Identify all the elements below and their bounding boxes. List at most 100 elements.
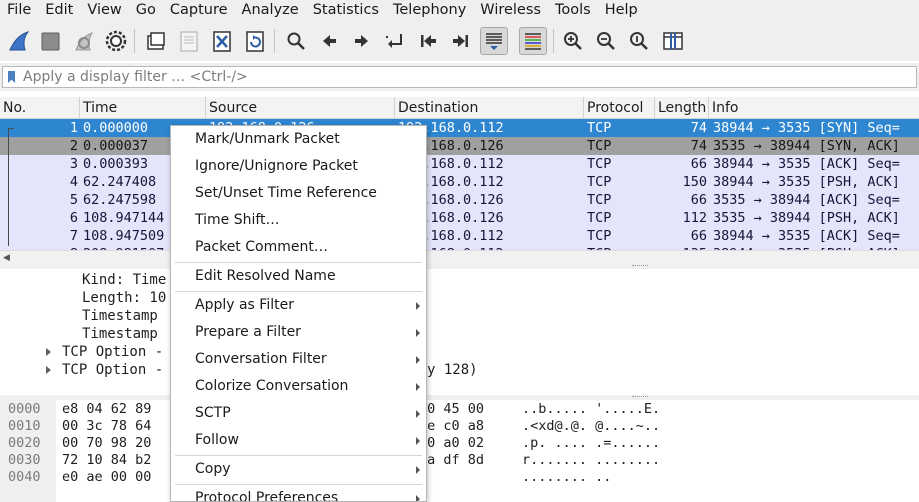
start-capture-button[interactable]	[5, 27, 33, 55]
bytes-hex[interactable]: 00 70 98 20	[62, 435, 151, 452]
column-header-destination[interactable]: Destination	[395, 97, 584, 119]
column-header-protocol[interactable]: Protocol	[584, 97, 655, 119]
open-file-button[interactable]	[142, 27, 170, 55]
menu-help[interactable]: Help	[598, 0, 645, 21]
bytes-ascii[interactable]: .<xd@.@. @....~..	[522, 418, 660, 435]
context-menu-item-packet-comment[interactable]: Packet Comment…	[171, 234, 426, 261]
bytes-hex[interactable]: 00 45 00	[419, 401, 484, 418]
details-tree-item[interactable]: TCP Option -	[62, 343, 163, 361]
submenu-arrow-icon	[416, 437, 420, 445]
colorize-button[interactable]	[519, 27, 547, 55]
column-header-time[interactable]: Time	[80, 97, 206, 119]
context-menu-item-protocol-preferences[interactable]: Protocol Preferences	[171, 485, 426, 501]
context-menu-item-time-shift[interactable]: Time Shift…	[171, 207, 426, 234]
packet-list-horizontal-scrollbar[interactable]: ◀	[0, 250, 919, 264]
splitter-grip[interactable]	[632, 396, 648, 398]
context-menu-item-label: Packet Comment…	[195, 239, 328, 255]
bytes-ascii[interactable]: ..b..... '.....E.	[522, 401, 660, 418]
find-packet-button[interactable]	[282, 27, 310, 55]
details-tree-item-fragment: y 128)	[427, 362, 478, 378]
capture-options-button[interactable]	[102, 27, 130, 55]
bytes-hex[interactable]: 7e c0 a8	[419, 418, 484, 435]
bytes-offset: 0000	[8, 401, 41, 417]
context-menu-item-apply-as-filter[interactable]: Apply as Filter	[171, 292, 426, 319]
display-filter-input[interactable]	[23, 67, 903, 87]
menu-go[interactable]: Go	[129, 0, 163, 21]
menu-analyze[interactable]: Analyze	[235, 0, 306, 21]
menu-telephony[interactable]: Telephony	[386, 0, 473, 21]
zoom-out-button[interactable]	[592, 27, 620, 55]
packet-row[interactable]: 10.000000192.168.0.126192.168.0.112TCP74…	[0, 119, 919, 137]
scroll-left-arrow-icon[interactable]: ◀	[3, 253, 10, 263]
packet-details-pane: Kind: Time Length: 10 Timestamp Timestamp TC…	[0, 269, 919, 395]
context-menu-item-colorize-conversation[interactable]: Colorize Conversation	[171, 373, 426, 400]
bytes-hex[interactable]: e8 04 62 89	[62, 401, 151, 418]
context-menu-item-sctp[interactable]: SCTP	[171, 400, 426, 427]
last-packet-button[interactable]	[447, 27, 475, 55]
context-menu-item-prepare-a-filter[interactable]: Prepare a Filter	[171, 319, 426, 346]
stop-capture-button[interactable]	[36, 27, 64, 55]
column-header-source[interactable]: Source	[206, 97, 395, 119]
capture-options-gear-icon	[105, 30, 127, 52]
column-header-no[interactable]: No.	[0, 97, 80, 119]
bytes-hex[interactable]: 00 3c 78 64	[62, 418, 151, 435]
details-tree-item[interactable]: Timestamp	[82, 325, 158, 343]
filter-bookmark-icon[interactable]	[8, 71, 15, 83]
reload-file-button[interactable]	[241, 27, 269, 55]
tree-expander-arrow-icon[interactable]	[46, 348, 51, 356]
go-back-button[interactable]	[315, 27, 343, 55]
column-header-info[interactable]: Info	[709, 97, 919, 119]
context-menu-item-label: Set/Unset Time Reference	[195, 185, 377, 201]
packet-row[interactable]: 2 0.000037 192.168.0.126 TCP 74 3535 → 38944 …	[0, 137, 919, 155]
normal-size-button[interactable]	[625, 27, 653, 55]
cell-protocol: TCP	[587, 192, 612, 208]
menu-statistics[interactable]: Statistics	[306, 0, 386, 21]
resize-columns-button[interactable]	[659, 27, 687, 55]
bytes-hex[interactable]: 00 a0 02	[419, 435, 484, 452]
go-to-packet-button[interactable]	[381, 27, 409, 55]
packet-row[interactable]: 7 108.947509 192.168.0.112 TCP 66 38944 → 353…	[0, 227, 919, 245]
cell-length: 112	[682, 210, 707, 226]
packet-row[interactable]: 4 62.247408 192.168.0.112 TCP 150 38944 → 353…	[0, 173, 919, 191]
menu-wireless[interactable]: Wireless	[473, 0, 548, 21]
context-menu-item-label: Time Shift…	[195, 212, 280, 228]
menu-capture[interactable]: Capture	[163, 0, 235, 21]
details-tree-item[interactable]: Timestamp	[82, 307, 158, 325]
menu-file[interactable]: File	[0, 0, 38, 21]
packet-row[interactable]: 5 62.247598 192.168.0.126 TCP 66 3535 → 38944…	[0, 191, 919, 209]
menu-view[interactable]: View	[80, 0, 128, 21]
column-header-length[interactable]: Length	[655, 97, 709, 119]
bytes-offset: 0020	[8, 435, 41, 451]
bytes-hex[interactable]: e0 ae 00 00	[62, 469, 151, 486]
close-file-button[interactable]	[208, 27, 236, 55]
context-menu-item-copy[interactable]: Copy	[171, 456, 426, 483]
context-menu-item-mark-unmark-packet[interactable]: Mark/Unmark Packet	[171, 126, 426, 153]
packet-row[interactable]: 6 108.947144 192.168.0.126 TCP 112 3535 → 389…	[0, 209, 919, 227]
packet-row[interactable]: 3 0.000393 192.168.0.112 TCP 66 38944 → 3535 …	[0, 155, 919, 173]
go-forward-button[interactable]	[348, 27, 376, 55]
context-menu-item-edit-resolved-name[interactable]: Edit Resolved Name	[171, 263, 426, 290]
bytes-hex[interactable]: 0a df 8d	[419, 452, 484, 469]
cell-info: 3535 → 38944 [PSH, ACK]	[713, 210, 900, 226]
bytes-ascii[interactable]: r....... ........	[522, 452, 660, 469]
menu-tools[interactable]: Tools	[548, 0, 598, 21]
bytes-ascii[interactable]: ........ ..	[522, 469, 611, 486]
context-menu-item-ignore-unignore-packet[interactable]: Ignore/Unignore Packet	[171, 153, 426, 180]
bytes-hex[interactable]: 72 10 84 b2	[62, 452, 151, 469]
details-tree-item[interactable]: TCP Option -	[62, 361, 163, 379]
context-menu-item-conversation-filter[interactable]: Conversation Filter	[171, 346, 426, 373]
go-to-packet-icon	[386, 34, 402, 48]
bytes-ascii[interactable]: .p. .... .=......	[522, 435, 660, 452]
context-menu-item-set-unset-time-reference[interactable]: Set/Unset Time Reference	[171, 180, 426, 207]
details-tree-item[interactable]: Kind: Time	[82, 271, 166, 289]
splitter-grip[interactable]	[632, 265, 648, 267]
first-packet-button[interactable]	[414, 27, 442, 55]
details-tree-item[interactable]: Length: 10	[82, 289, 166, 307]
tree-expander-arrow-icon[interactable]	[46, 366, 51, 374]
menu-edit[interactable]: Edit	[38, 0, 80, 21]
autoscroll-button[interactable]	[480, 27, 508, 55]
context-menu-item-follow[interactable]: Follow	[171, 427, 426, 454]
zoom-in-button[interactable]	[559, 27, 587, 55]
restart-capture-button[interactable]	[70, 27, 98, 55]
save-file-button[interactable]	[175, 27, 203, 55]
